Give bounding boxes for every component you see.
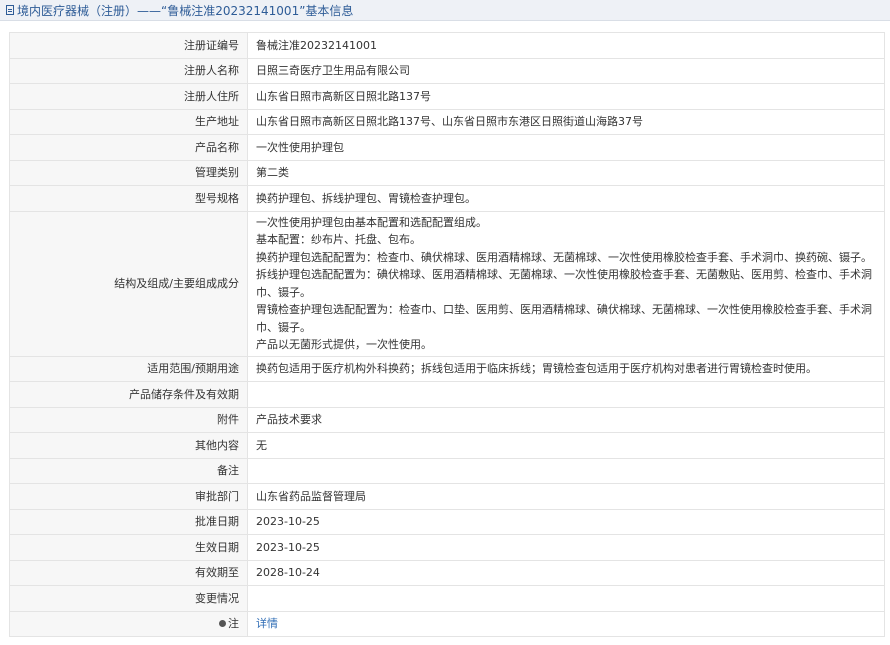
row-label: 注: [228, 617, 239, 631]
page-title: 境内医疗器械（注册）——“鲁械注准20232141001”基本信息: [17, 3, 354, 18]
table-row: 注册人住所 山东省日照市高新区日照北路137号: [9, 83, 885, 110]
composition-line: 换药护理包选配配置为：检查巾、碘伏棉球、医用酒精棉球、无菌棉球、一次性使用橡胶检…: [256, 250, 872, 264]
row-label: 适用范围/预期用途: [9, 355, 248, 382]
row-label: 型号规格: [9, 185, 248, 212]
document-icon: [6, 5, 14, 15]
row-value: [247, 381, 885, 408]
row-value: 详情: [247, 610, 885, 637]
row-label: 其他内容: [9, 432, 248, 459]
row-value: 山东省药品监督管理局: [247, 483, 885, 510]
row-label: 管理类别: [9, 159, 248, 186]
row-value: 2023-10-25: [247, 508, 885, 535]
details-link[interactable]: 详情: [256, 617, 278, 630]
row-value: 日照三奇医疗卫生用品有限公司: [247, 57, 885, 84]
row-value: 山东省日照市高新区日照北路137号、山东省日照市东港区日照街道山海路37号: [247, 108, 885, 135]
row-value: 第二类: [247, 159, 885, 186]
page-header: 境内医疗器械（注册）——“鲁械注准20232141001”基本信息: [0, 0, 890, 21]
row-label: 结构及组成/主要组成成分: [9, 210, 248, 357]
table-row: 审批部门 山东省药品监督管理局: [9, 483, 885, 510]
row-value: [247, 457, 885, 484]
row-value: 一次性使用护理包: [247, 134, 885, 161]
table-row: 生产地址 山东省日照市高新区日照北路137号、山东省日照市东港区日照街道山海路3…: [9, 108, 885, 135]
composition-line: 拆线护理包选配配置为：碘伏棉球、医用酒精棉球、无菌棉球、一次性使用橡胶检查手套、…: [256, 268, 872, 299]
table-row: 其他内容 无: [9, 432, 885, 459]
row-value: [247, 585, 885, 612]
table-row: 型号规格 换药护理包、拆线护理包、胃镜检查护理包。: [9, 185, 885, 212]
row-label: 附件: [9, 406, 248, 433]
row-label: 产品储存条件及有效期: [9, 381, 248, 408]
row-label: 注册人住所: [9, 83, 248, 110]
row-value: 换药包适用于医疗机构外科换药；拆线包适用于临床拆线；胃镜检查包适用于医疗机构对患…: [247, 355, 885, 382]
row-value: 无: [247, 432, 885, 459]
row-label: 有效期至: [9, 559, 248, 586]
row-value: 2023-10-25: [247, 534, 885, 561]
row-value: 产品技术要求: [247, 406, 885, 433]
row-value: 2028-10-24: [247, 559, 885, 586]
table-row: 注 详情: [9, 610, 885, 637]
row-label: 备注: [9, 457, 248, 484]
table-row: 产品储存条件及有效期: [9, 381, 885, 408]
table-row: 注册证编号 鲁械注准20232141001: [9, 32, 885, 59]
table-row: 管理类别 第二类: [9, 159, 885, 186]
table-row: 注册人名称 日照三奇医疗卫生用品有限公司: [9, 57, 885, 84]
row-label: 注册人名称: [9, 57, 248, 84]
table-row: 有效期至 2028-10-24: [9, 559, 885, 586]
row-value: 换药护理包、拆线护理包、胃镜检查护理包。: [247, 185, 885, 212]
row-value: 山东省日照市高新区日照北路137号: [247, 83, 885, 110]
row-label: 批准日期: [9, 508, 248, 535]
table-row: 产品名称 一次性使用护理包: [9, 134, 885, 161]
table-row: 变更情况: [9, 585, 885, 612]
table-row: 生效日期 2023-10-25: [9, 534, 885, 561]
row-label: 生效日期: [9, 534, 248, 561]
row-label: 生产地址: [9, 108, 248, 135]
table-row: 附件 产品技术要求: [9, 406, 885, 433]
composition-line: 一次性使用护理包由基本配置和选配配置组成。: [256, 215, 487, 229]
table-row: 备注: [9, 457, 885, 484]
row-label: 产品名称: [9, 134, 248, 161]
row-label: 注册证编号: [9, 32, 248, 59]
row-label: 审批部门: [9, 483, 248, 510]
table-row: 批准日期 2023-10-25: [9, 508, 885, 535]
composition-line: 产品以无菌形式提供，一次性使用。: [256, 338, 432, 351]
row-label: 变更情况: [9, 585, 248, 612]
composition-line: 基本配置：纱布片、托盘、包布。: [256, 233, 421, 246]
basic-info-table: 注册证编号 鲁械注准20232141001 注册人名称 日照三奇医疗卫生用品有限…: [9, 32, 885, 637]
row-value: 鲁械注准20232141001: [247, 32, 885, 59]
row-value: 一次性使用护理包由基本配置和选配配置组成。 基本配置：纱布片、托盘、包布。 换药…: [247, 210, 885, 357]
note-label-cell: 注: [9, 610, 248, 637]
composition-line: 胃镜检查护理包选配配置为：检查巾、口垫、医用剪、医用酒精棉球、碘伏棉球、无菌棉球…: [256, 303, 872, 334]
table-row: 适用范围/预期用途 换药包适用于医疗机构外科换药；拆线包适用于临床拆线；胃镜检查…: [9, 355, 885, 382]
pin-icon: [219, 620, 226, 628]
table-row: 结构及组成/主要组成成分 一次性使用护理包由基本配置和选配配置组成。 基本配置：…: [9, 210, 885, 357]
